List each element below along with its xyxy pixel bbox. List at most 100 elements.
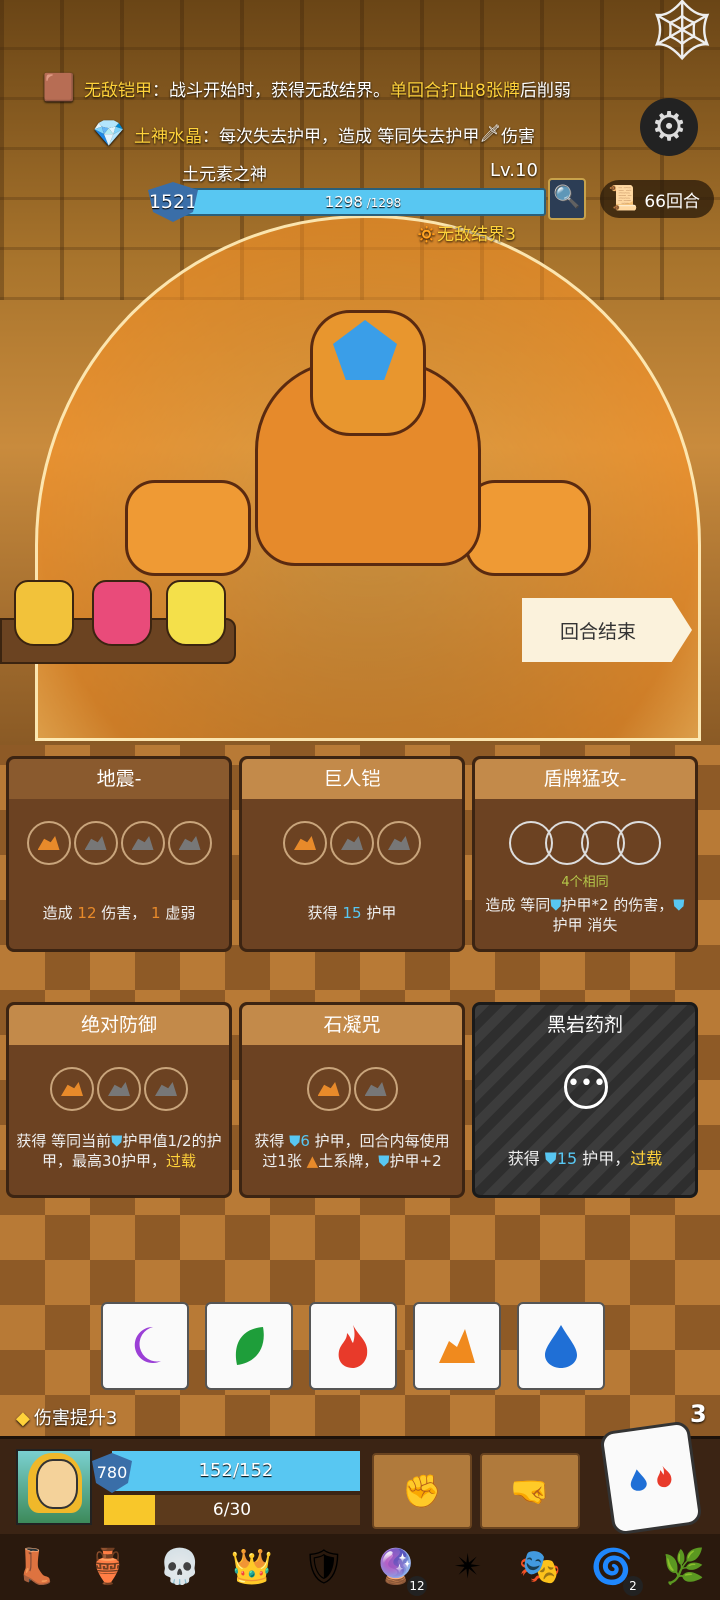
card-giant-armor[interactable]: 巨人铠 获得 15 护甲 [239, 756, 465, 952]
player-avatar[interactable] [16, 1449, 92, 1525]
earth-slot-icon[interactable] [330, 821, 374, 865]
status-text: 每次失去护甲，造成 等同失去护甲 [219, 126, 480, 147]
shield-icon: ⛊ [378, 1152, 390, 1170]
inspect-magnifier-icon[interactable]: 🔍 [548, 178, 586, 220]
spiderweb-icon: 🕸 [643, 0, 720, 65]
potion-pink[interactable] [92, 580, 152, 646]
fist-skill-icon[interactable]: ✊ [372, 1453, 472, 1529]
vase-relic-icon[interactable]: 🏺 [81, 1540, 135, 1594]
earth-slot-icon[interactable] [120, 821, 165, 865]
boss-name: 土元素之神 [182, 165, 267, 185]
shield-relic-icon[interactable]: 🛡 [297, 1540, 351, 1594]
status-text: 战斗开始时，获得无敌结界。 [169, 80, 390, 101]
moon-icon [134, 1326, 161, 1363]
boot-relic-icon[interactable]: 👢 [9, 1540, 63, 1594]
relic-count: 2 [623, 1576, 643, 1596]
dice-slots[interactable] [9, 821, 229, 865]
boss-hp-bar: 1298 /1298 [180, 188, 546, 216]
dice-slots[interactable] [242, 821, 462, 865]
settings-gear-icon[interactable]: ⚙ [640, 98, 698, 156]
status-name: 无敌铠甲 [84, 80, 152, 101]
barrier-icon: 🔅 [416, 225, 438, 245]
skull-relic-icon[interactable]: 💀 [153, 1540, 207, 1594]
dice-slots[interactable] [9, 1067, 229, 1111]
potion-yellow[interactable] [14, 580, 74, 646]
earth-slot-icon[interactable] [377, 821, 421, 865]
fire-icon [338, 1325, 368, 1368]
boss-status-badge[interactable]: 🔅无敌结界3 [416, 220, 516, 245]
plant-relic-icon[interactable]: 🌿 [657, 1540, 711, 1594]
player-hp-bar: 152/152 [112, 1451, 360, 1491]
swirl-relic-icon[interactable]: 🌀 2 [585, 1540, 643, 1596]
avatar-face [36, 1459, 78, 1509]
earth-slot-icon[interactable] [50, 1067, 94, 1111]
water-drop-icon [545, 1325, 577, 1368]
card-stone-curse[interactable]: 石凝咒 获得 ⛊6 护甲，回合内每使用过1张 ▲土系牌，⛊护甲+2 [239, 1002, 465, 1198]
status-crystal[interactable]: 💎 土神水晶： 每次失去护甲，造成 等同失去护甲 🗡 伤害 [90, 114, 535, 154]
scroll-icon: 📜 [608, 184, 638, 212]
earth-elemental-boss[interactable] [125, 300, 591, 576]
shield-icon: ⛊ [289, 1132, 301, 1150]
reroll-die-button[interactable] [599, 1420, 703, 1536]
status-armor[interactable]: 🟫 无敌铠甲： 战斗开始时，获得无敌结界。 单回合打出8张牌 后削弱 [40, 68, 571, 108]
dice-remaining-count: 3 [690, 1400, 707, 1428]
card-description: 造成 等同⛊护甲*2 的伤害，⛊护甲 消失 [485, 896, 685, 934]
card-title: 绝对防御 [9, 1005, 229, 1045]
dice-slots[interactable] [475, 821, 695, 865]
player-energy-bar: 6/30 [104, 1495, 360, 1525]
shield-icon: ⛊ [673, 896, 685, 914]
boss-right-fist [465, 480, 591, 576]
shield-icon: ⛊ [111, 1132, 123, 1150]
damage-buff[interactable]: ◆ 伤害提升3 [16, 1404, 117, 1430]
earth-icon [439, 1329, 475, 1363]
status-text-end: 后削弱 [519, 80, 571, 101]
mask-relic-icon[interactable]: 🎭 [513, 1540, 567, 1594]
earth-slot-icon[interactable] [283, 821, 327, 865]
smash-skill-icon[interactable]: 🤜 [480, 1453, 580, 1529]
empty-slot-icon[interactable] [617, 821, 661, 865]
card-title: 巨人铠 [242, 759, 462, 799]
earth-slot-icon[interactable] [167, 821, 212, 865]
card-black-rock-potion[interactable]: 黑岩药剂 ••• 获得 ⛊15 护甲，过载 [472, 1002, 698, 1198]
shield-icon: ⛊ [544, 1149, 557, 1168]
orb-relic-icon[interactable]: 🔮 12 [369, 1540, 427, 1596]
status-text-end: 伤害 [501, 126, 535, 147]
more-options-icon[interactable]: ••• [564, 1065, 608, 1109]
earth-slot-icon[interactable] [353, 1067, 398, 1111]
fire-icon [657, 1465, 672, 1488]
card-absolute-defense[interactable]: 绝对防御 获得 等同当前⛊护甲值1/2的护甲，最高30护甲，过载 [6, 1002, 232, 1198]
buff-diamond-icon: ◆ [16, 1408, 30, 1429]
boss-left-fist [125, 480, 251, 576]
status-name: 土神水晶 [134, 126, 202, 147]
die-water[interactable] [517, 1302, 605, 1390]
earth-slot-icon[interactable] [306, 1067, 351, 1111]
boss-hp-max: /1298 [362, 196, 402, 210]
earth-slot-icon[interactable] [73, 821, 118, 865]
end-turn-button[interactable]: 回合结束 [522, 598, 692, 662]
earth-slot-icon[interactable] [144, 1067, 188, 1111]
die-earth[interactable] [413, 1302, 501, 1390]
leaf-icon [235, 1327, 264, 1365]
dice-slots[interactable] [242, 1067, 462, 1111]
card-earthquake[interactable]: 地震- 造成 12 伤害， 1 虚弱 [6, 756, 232, 952]
card-description: 获得 ⛊6 护甲，回合内每使用过1张 ▲土系牌，⛊护甲+2 [254, 1132, 450, 1170]
card-title: 黑岩药剂 [546, 1014, 623, 1036]
earth-slot-icon[interactable] [26, 821, 71, 865]
card-title: 石凝咒 [242, 1005, 462, 1045]
die-fire[interactable] [309, 1302, 397, 1390]
card-title: 地震- [9, 759, 229, 799]
card-title: 盾牌猛攻- [475, 759, 695, 799]
die-leaf[interactable] [205, 1302, 293, 1390]
die-moon[interactable] [101, 1302, 189, 1390]
sword-icon: 🗡 [479, 124, 501, 144]
earth-slot-icon[interactable] [97, 1067, 141, 1111]
card-shield-bash[interactable]: 盾牌猛攻- 4个相同 造成 等同⛊护甲*2 的伤害，⛊护甲 消失 [472, 756, 698, 952]
turn-counter: 📜 66回合 [600, 180, 714, 218]
crown-relic-icon[interactable]: 👑 [225, 1540, 279, 1594]
energy-text: 6/30 [212, 1500, 252, 1520]
shield-icon: ⛊ [550, 896, 562, 914]
card-requirement: 4个相同 [561, 875, 609, 890]
potion-yellow-flask[interactable] [166, 580, 226, 646]
compass-relic-icon[interactable]: ✴ [441, 1540, 495, 1594]
boss-level: Lv.10 [490, 160, 538, 181]
